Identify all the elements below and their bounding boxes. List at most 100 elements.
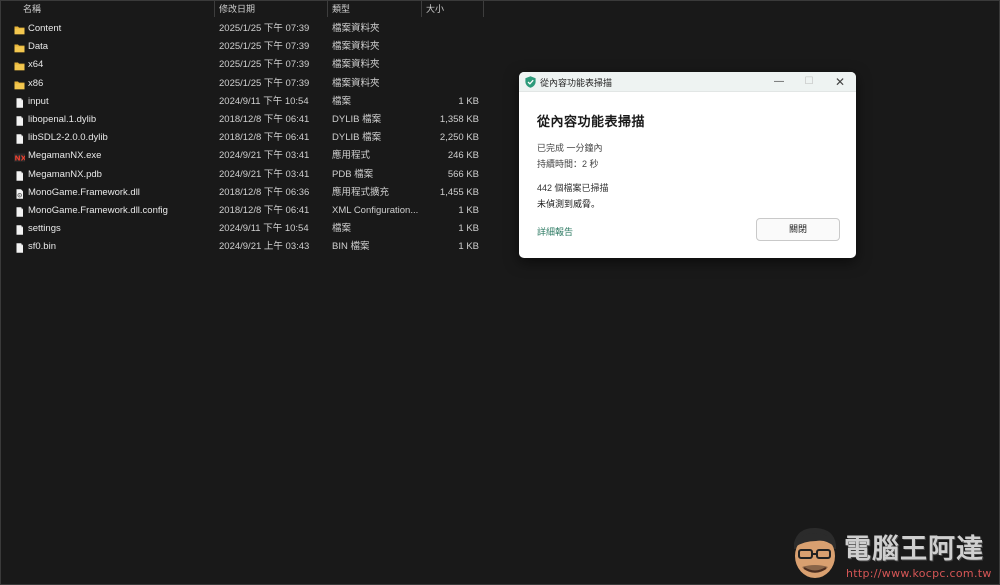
file-icon <box>14 170 25 181</box>
file-row[interactable]: Data 2025/1/25 下午 07:39 檔案資料夾 <box>1 38 501 56</box>
folder-icon <box>14 42 25 53</box>
file-type: 檔案 <box>332 95 352 107</box>
file-size: 1 KB <box>458 95 479 107</box>
file-name: settings <box>28 223 61 235</box>
file-name: Content <box>28 23 62 34</box>
dll-icon <box>14 188 25 199</box>
file-type: BIN 檔案 <box>332 241 370 253</box>
file-name: input <box>28 95 49 107</box>
file-icon <box>14 242 25 254</box>
watermark: 電腦王阿達 http://www.kocpc.com.tw <box>786 521 996 583</box>
file-name: libopenal.1.dylib <box>28 114 97 125</box>
file-date: 2024/9/21 上午 03:43 <box>219 241 310 253</box>
file-row[interactable]: NXMegamanNX.exe 2024/9/21 下午 03:41 應用程式 246… <box>1 147 501 165</box>
file-size: 1,358 KB <box>439 114 479 125</box>
column-divider[interactable] <box>421 1 422 17</box>
file-name: libSDL2-2.0.0.dylib <box>28 132 108 144</box>
maximize-button[interactable]: ☐ <box>798 74 820 90</box>
scan-result: 未偵測到威脅。 <box>537 199 601 209</box>
folder-icon <box>14 60 25 71</box>
file-size: 1,455 KB <box>439 186 479 198</box>
file-type: 應用程式擴充 <box>332 186 390 198</box>
column-divider[interactable] <box>483 1 484 17</box>
file-type: 檔案 <box>332 223 352 235</box>
file-row[interactable]: libopenal.1.dylib 2018/12/8 下午 06:41 DYLIB… <box>1 111 501 129</box>
file-date: 2024/9/21 下午 03:41 <box>219 150 310 162</box>
file-name: MegamanNX.exe <box>28 150 102 162</box>
column-size[interactable]: 大小 <box>426 3 444 17</box>
mascot-face-icon <box>794 527 836 578</box>
dialog-heading: 從內容功能表掃描 <box>537 114 646 129</box>
file-type: 檔案資料夾 <box>332 23 380 34</box>
file-name: Data <box>28 41 49 53</box>
scan-result-dialog: 從內容功能表掃描 — ☐ ✕ 從內容功能表掃描 已完成 一分鐘內 持續時間：2 … <box>519 72 856 258</box>
file-icon <box>14 97 25 108</box>
file-row[interactable]: libSDL2-2.0.0.dylib 2018/12/8 下午 06:41 DYL… <box>1 129 501 147</box>
column-name[interactable]: 名稱 <box>23 3 41 17</box>
file-date: 2024/9/21 下午 03:41 <box>219 168 310 180</box>
file-icon <box>14 133 25 144</box>
file-row[interactable]: MegamanNX.pdb 2024/9/21 下午 03:41 PDB 檔案 566… <box>1 166 501 184</box>
file-date: 2025/1/25 下午 07:39 <box>219 59 310 71</box>
file-icon <box>14 206 25 217</box>
dialog-window-title: 從內容功能表掃描 <box>540 78 613 88</box>
file-name: x64 <box>28 59 44 71</box>
file-name: sf0.bin <box>28 241 56 253</box>
file-date: 2025/1/25 下午 07:39 <box>219 23 310 34</box>
file-type: DYLIB 檔案 <box>332 132 382 144</box>
file-type: PDB 檔案 <box>332 168 374 180</box>
file-row[interactable]: sf0.bin 2024/9/21 上午 03:43 BIN 檔案 1 KB <box>1 238 501 256</box>
file-type: DYLIB 檔案 <box>332 114 382 125</box>
watermark-brand: 電腦王阿達 <box>844 534 984 565</box>
file-row[interactable]: x64 2025/1/25 下午 07:39 檔案資料夾 <box>1 56 501 74</box>
svg-text:NX: NX <box>14 154 25 163</box>
file-date: 2018/12/8 下午 06:41 <box>219 114 310 125</box>
file-name: MonoGame.Framework.dll.config <box>28 205 168 216</box>
file-date: 2024/9/11 下午 10:54 <box>219 95 309 107</box>
file-type: XML Configuration... <box>332 205 418 216</box>
window-close-button[interactable]: ✕ <box>829 74 851 90</box>
file-type: 檔案資料夾 <box>332 59 380 71</box>
file-type: 檔案資料夾 <box>332 41 380 53</box>
file-date: 2024/9/11 下午 10:54 <box>219 223 309 235</box>
shield-icon <box>525 76 536 88</box>
file-size: 246 KB <box>447 150 479 162</box>
file-size: 1 KB <box>458 223 479 235</box>
file-row[interactable]: MonoGame.Framework.dll.config 2018/12/8 下… <box>1 202 501 220</box>
file-row[interactable]: input 2024/9/11 下午 10:54 檔案 1 KB <box>1 93 501 111</box>
file-row[interactable]: settings 2024/9/11 下午 10:54 檔案 1 KB <box>1 220 501 238</box>
file-icon <box>14 224 25 235</box>
file-date: 2018/12/8 下午 06:36 <box>219 186 310 198</box>
file-date: 2025/1/25 下午 07:39 <box>219 41 310 53</box>
column-divider[interactable] <box>214 1 215 17</box>
file-size: 566 KB <box>447 168 479 180</box>
file-date: 2025/1/25 下午 07:39 <box>219 77 310 89</box>
folder-icon <box>14 24 25 35</box>
file-row[interactable]: x86 2025/1/25 下午 07:39 檔案資料夾 <box>1 75 501 93</box>
scan-duration: 持續時間：2 秒 <box>537 159 599 169</box>
column-date[interactable]: 修改日期 <box>219 3 255 17</box>
exe-icon: NX <box>14 151 27 163</box>
file-name: MonoGame.Framework.dll <box>28 186 140 198</box>
minimize-button[interactable]: — <box>768 74 790 90</box>
column-type[interactable]: 類型 <box>332 3 350 17</box>
watermark-url: http://www.kocpc.com.tw <box>846 567 992 580</box>
file-icon <box>14 115 25 126</box>
file-size: 1 KB <box>458 241 479 253</box>
scanned-count: 442 個檔案已掃描 <box>537 183 609 193</box>
scan-status: 已完成 一分鐘內 <box>537 143 603 153</box>
file-date: 2018/12/8 下午 06:41 <box>219 132 310 144</box>
column-divider[interactable] <box>327 1 328 17</box>
column-header: 名稱 修改日期 類型 大小 <box>1 1 1000 17</box>
file-row[interactable]: MonoGame.Framework.dll 2018/12/8 下午 06:36… <box>1 184 501 202</box>
dialog-titlebar[interactable]: 從內容功能表掃描 — ☐ ✕ <box>519 72 856 92</box>
file-name: MegamanNX.pdb <box>28 168 102 180</box>
file-size: 1 KB <box>458 205 479 216</box>
detailed-report-link[interactable]: 詳細報告 <box>537 225 573 238</box>
file-row[interactable]: Content 2025/1/25 下午 07:39 檔案資料夾 <box>1 20 501 38</box>
file-size: 2,250 KB <box>439 132 479 144</box>
file-explorer-window: 名稱 修改日期 類型 大小 Content 2025/1/25 下午 07:39 檔… <box>0 0 1000 585</box>
close-button[interactable]: 關閉 <box>756 218 840 241</box>
file-type: 檔案資料夾 <box>332 77 380 89</box>
folder-icon <box>14 79 25 89</box>
